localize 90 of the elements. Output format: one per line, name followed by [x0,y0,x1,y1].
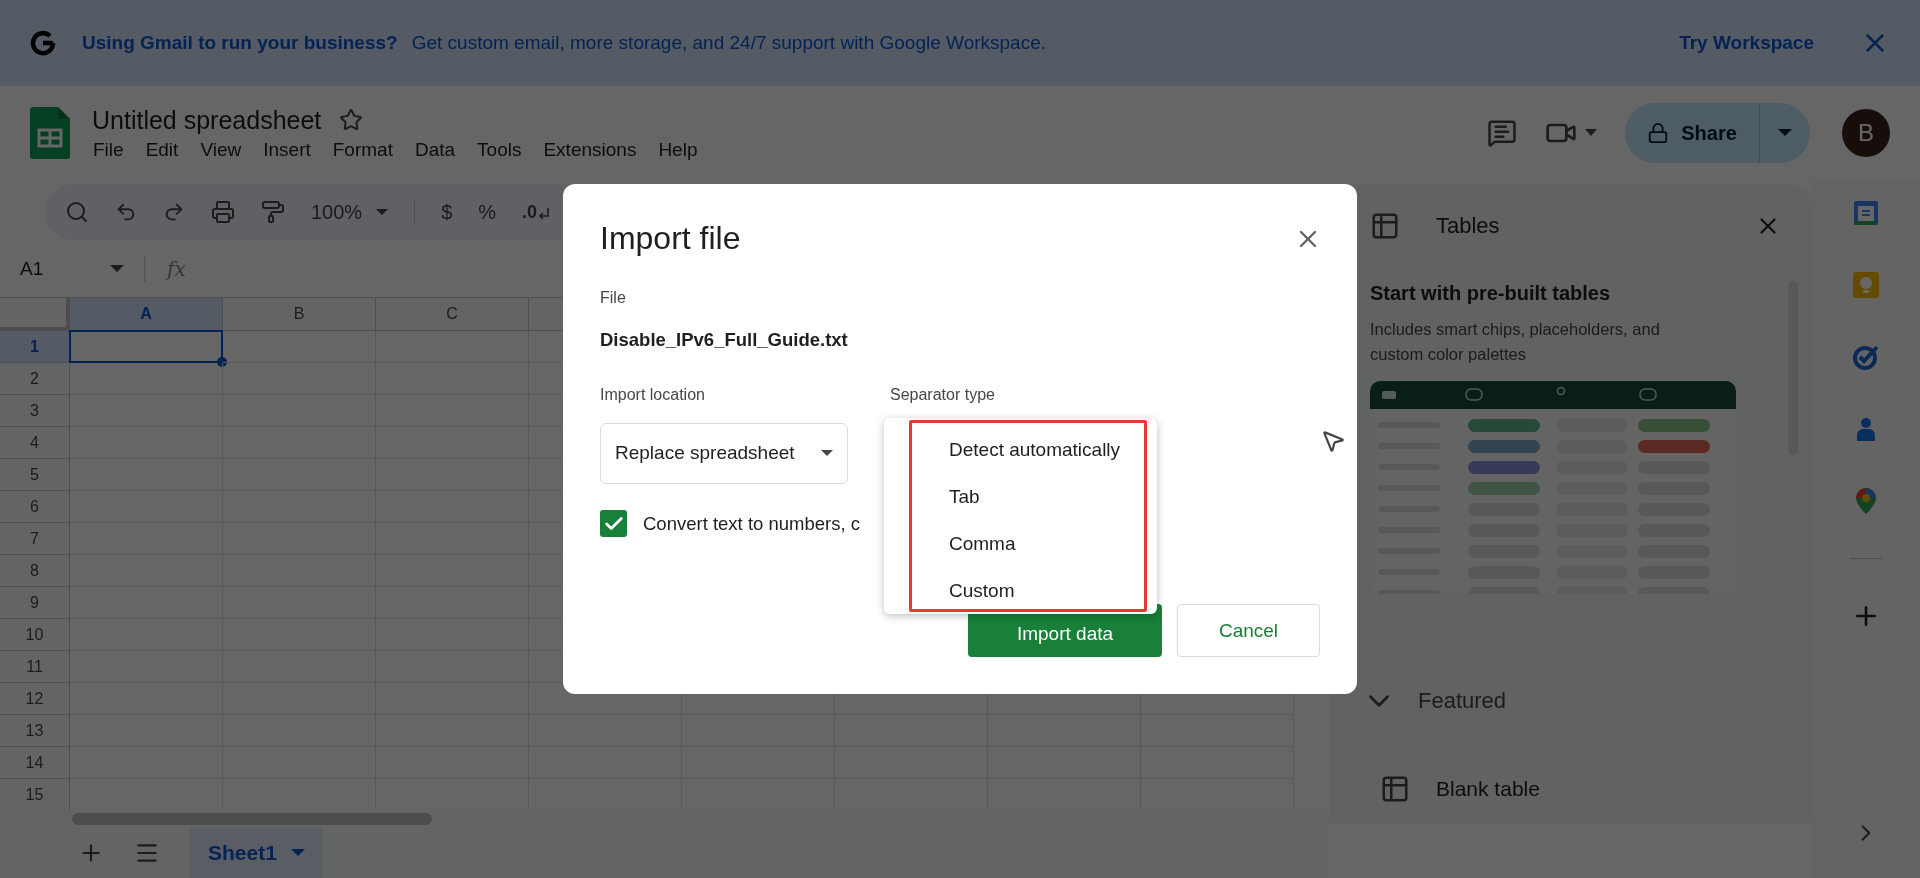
row-header[interactable]: 2 [0,363,70,395]
checkbox[interactable] [600,510,627,538]
menu-item[interactable]: View [200,138,242,161]
table-icon [1380,774,1410,804]
menu-option[interactable]: Comma [884,520,1157,567]
undo-icon[interactable] [115,201,137,223]
redo-icon[interactable] [163,201,185,223]
grid-cell[interactable] [70,395,223,427]
fill-handle[interactable] [217,357,227,367]
row-header[interactable]: 3 [0,395,70,427]
row-header[interactable]: 10 [0,619,70,651]
menu-option[interactable]: Tab [884,473,1157,520]
cancel-button[interactable]: Cancel [1177,604,1320,657]
menu-item[interactable]: File [93,138,124,161]
print-icon[interactable] [211,200,235,224]
decrease-decimals-button[interactable]: .0 [522,201,550,223]
select-all-corner[interactable] [0,298,70,331]
panel-title: Tables [1436,213,1500,239]
grid-cell[interactable] [70,619,223,651]
row-header[interactable]: 5 [0,459,70,491]
grid-cell[interactable] [70,459,223,491]
row-header[interactable]: 14 [0,747,70,779]
grid-cell[interactable] [70,683,223,715]
grid-cell[interactable] [70,555,223,587]
comment-icon[interactable] [1487,118,1517,148]
row-header[interactable]: 1 [0,331,70,363]
caret-icon[interactable] [110,264,124,273]
grid-cell[interactable] [70,747,223,779]
percent-format-button[interactable]: % [478,200,497,224]
lightbulb-icon[interactable] [1850,270,1881,300]
grid-cell[interactable] [376,331,529,363]
grid-cell[interactable] [223,363,376,395]
mouse-pointer-icon [1320,428,1346,454]
grid-cell[interactable] [70,651,223,683]
row-header[interactable]: 9 [0,587,70,619]
google-logo [28,28,58,58]
blank-table-item[interactable]: Blank table [1380,774,1811,804]
grid-cell[interactable] [70,427,223,459]
file-name: Disable_IPv6_Full_Guide.txt [600,327,849,352]
menu-item[interactable]: Tools [477,138,522,161]
import-location-select[interactable]: Replace spreadsheet [600,422,848,484]
menu-item[interactable]: Extensions [543,138,637,161]
menu-item[interactable]: Edit [145,138,179,161]
menu-item[interactable]: Format [332,138,393,161]
row-header[interactable]: 11 [0,651,70,683]
column-header[interactable]: B [223,298,376,331]
search-icon[interactable] [65,200,89,224]
currency-format-button[interactable]: $ [441,200,453,224]
paint-format-icon[interactable] [261,200,285,224]
row-header[interactable]: 12 [0,683,70,715]
sheet-tab[interactable]: Sheet1 [190,828,323,878]
grid-cell[interactable] [70,491,223,523]
field-label: Import location [600,384,705,405]
row-header[interactable]: 4 [0,427,70,459]
row-header[interactable]: 8 [0,555,70,587]
column-header[interactable]: A [70,298,223,331]
row-header[interactable]: 7 [0,523,70,555]
caret-icon [821,449,833,457]
menu-item[interactable]: Data [414,138,456,161]
row-header[interactable]: 6 [0,491,70,523]
featured-section-toggle[interactable]: Featured [1362,684,1811,718]
checkbox-label: Convert text to numbers, c [643,512,860,535]
user-avatar[interactable]: B [1842,109,1890,157]
table-icon [1370,211,1400,241]
star-icon[interactable] [339,108,364,132]
menu-option[interactable]: Detect automatically [884,426,1157,473]
grid-cell[interactable] [70,587,223,619]
caret-icon [290,849,305,857]
grid-cell[interactable] [70,363,223,395]
panel-description: Includes smart chips, placeholders, and custom color palettes [1370,319,1661,365]
banner-text: Get custom email, more storage, and 24/7 support with Google Workspace. [411,32,1046,54]
lock-icon [1647,122,1670,144]
grid-cell[interactable] [70,523,223,555]
column-header[interactable]: C [376,298,529,331]
cell-reference[interactable]: A1 [20,257,110,280]
try-workspace-link[interactable]: Try Workspace [1679,32,1814,54]
menu-item[interactable]: Insert [263,138,311,161]
field-label: File [600,287,626,308]
caret-icon [376,208,389,216]
row-header[interactable]: 13 [0,715,70,747]
panel-heading: Start with pre-built tables [1370,282,1612,305]
zoom-select[interactable]: 100% [311,200,389,224]
dialog-title: Import file [600,220,741,258]
field-label: Separator type [890,384,995,405]
banner-headline: Using Gmail to run your business? [82,32,398,54]
menu-item[interactable]: Help [658,138,698,161]
document-title[interactable]: Untitled spreadsheet [92,105,322,135]
sheets-logo[interactable] [30,107,70,159]
grid-cell[interactable] [70,715,223,747]
grid-cell[interactable] [223,331,376,363]
